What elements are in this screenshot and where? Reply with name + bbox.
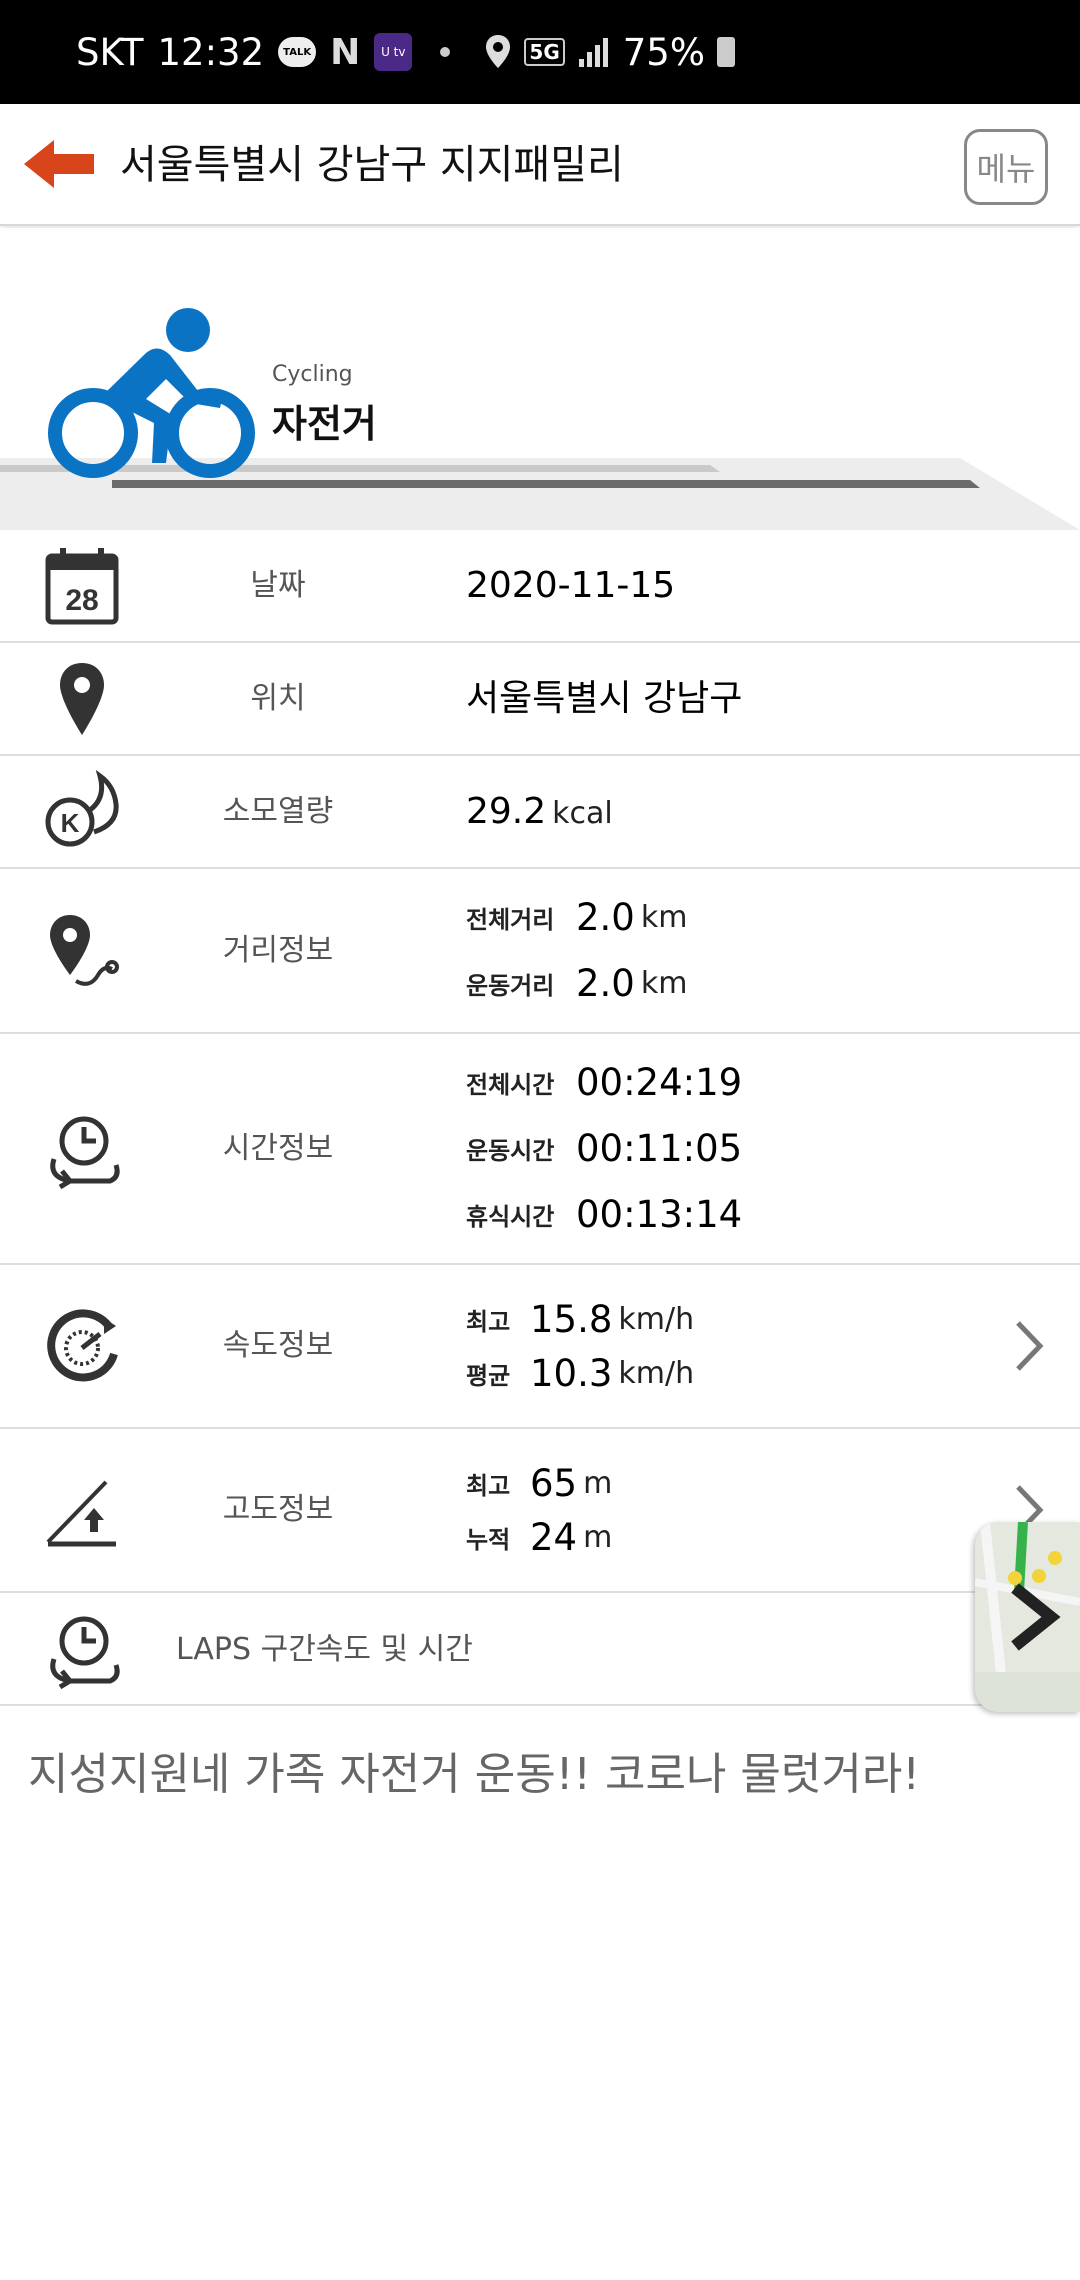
- status-bar: SKT 12:32 TALK N U tv 5G 75%: [0, 0, 1080, 104]
- calories-row: K 소모열량 29.2 kcal: [0, 756, 1080, 869]
- route-pin-icon: [50, 914, 119, 986]
- calendar-day-text: 28: [65, 584, 98, 617]
- page-title: 서울특별시 강남구 지지패밀리: [120, 142, 624, 188]
- max-altitude-unit: m: [583, 1465, 613, 1501]
- speedometer-icon: [47, 1309, 118, 1382]
- chevron-right-icon[interactable]: [1014, 1319, 1044, 1373]
- app-header: 서울특별시 강남구 지지패밀리 메뉴: [0, 104, 1080, 226]
- map-pin-icon: [60, 662, 104, 735]
- clock-text: 12:32: [157, 30, 265, 74]
- exercise-distance-unit: km: [640, 966, 688, 1001]
- carrier-text: SKT: [76, 30, 144, 74]
- activity-type-korean: 자전거: [272, 402, 377, 446]
- avg-speed-unit: km/h: [618, 1355, 695, 1391]
- date-row: 28 날짜 2020-11-15: [0, 530, 1080, 643]
- calories-label: 소모열량: [222, 793, 334, 829]
- location-value: 서울특별시 강남구: [466, 677, 743, 719]
- max-speed-label: 최고: [466, 1307, 511, 1336]
- exercise-distance-value: 2.0: [576, 962, 635, 1005]
- time-label: 시간정보: [222, 1130, 334, 1166]
- altitude-row[interactable]: 고도정보 최고 65 m 누적 24 m: [0, 1429, 1080, 1593]
- exercise-time-value: 00:11:05: [576, 1127, 743, 1170]
- calories-unit: kcal: [552, 795, 613, 831]
- map-open-chevron-icon: [1011, 1583, 1061, 1651]
- activity-memo: 지성지원네 가족 자전거 운동!! 코로나 물럿거라!: [28, 1749, 920, 1800]
- max-speed-unit: km/h: [618, 1301, 695, 1337]
- exercise-distance-label: 운동거리: [466, 972, 555, 1000]
- distance-values: 전체거리 2.0 km 운동거리 2.0 km: [466, 885, 687, 1017]
- location-pin-icon: [486, 35, 511, 68]
- altitude-label: 고도정보: [222, 1492, 334, 1527]
- map-preview-button[interactable]: [975, 1522, 1080, 1712]
- altitude-slope-icon: [46, 1480, 116, 1547]
- cumulative-altitude-label: 누적: [466, 1525, 511, 1554]
- speed-row[interactable]: 속도정보 최고 15.8 km/h 평균 10.3 km/h: [0, 1265, 1080, 1429]
- max-altitude-value: 65: [530, 1461, 578, 1505]
- total-distance-label: 전체거리: [466, 906, 555, 934]
- total-time-value: 00:24:19: [576, 1061, 743, 1104]
- utv-icon: U tv: [374, 33, 413, 71]
- speed-label: 속도정보: [222, 1328, 334, 1363]
- location-label: 위치: [250, 680, 306, 716]
- rest-time-label: 휴식시간: [466, 1203, 555, 1231]
- laps-clock-icon: [50, 1616, 120, 1689]
- date-value: 2020-11-15: [466, 564, 676, 606]
- max-altitude-label: 최고: [466, 1471, 511, 1500]
- calorie-icon-letter: K: [61, 808, 80, 838]
- distance-label: 거리정보: [222, 932, 334, 968]
- cumulative-altitude-value: 24: [530, 1515, 578, 1559]
- cumulative-altitude-unit: m: [583, 1519, 613, 1555]
- max-speed-value: 15.8: [530, 1297, 613, 1341]
- time-values: 전체시간 00:24:19 운동시간 00:11:05 휴식시간 00:13:1…: [466, 1050, 742, 1248]
- laps-label: LAPS 구간속도 및 시간: [176, 1632, 473, 1667]
- total-time-label: 전체시간: [466, 1071, 555, 1099]
- date-label: 날짜: [250, 567, 306, 603]
- calendar-icon: 28: [45, 547, 119, 624]
- total-distance-value: 2.0: [576, 896, 635, 939]
- calories-value: 29.2: [466, 790, 547, 832]
- battery-percent: 75%: [622, 30, 705, 74]
- activity-banner: Cycling 자전거: [0, 228, 1080, 530]
- laps-row[interactable]: LAPS 구간속도 및 시간: [0, 1593, 1080, 1706]
- network-type-icon: 5G: [524, 38, 565, 66]
- time-row: 시간정보 전체시간 00:24:19 운동시간 00:11:05 휴식시간 00…: [0, 1034, 1080, 1265]
- total-distance-unit: km: [640, 900, 688, 935]
- calories-value-group: 29.2 kcal: [466, 788, 613, 836]
- rest-time-value: 00:13:14: [576, 1193, 743, 1236]
- battery-icon: [717, 37, 735, 67]
- avg-speed-value: 10.3: [530, 1351, 613, 1395]
- avg-speed-label: 평균: [466, 1361, 511, 1390]
- activity-type-english: Cycling: [272, 362, 353, 387]
- cycling-icon: [48, 308, 255, 478]
- back-arrow-icon[interactable]: [20, 134, 100, 194]
- activity-details: 28 날짜 2020-11-15 위치 서울특별시 강남구 K 소모열량 29.…: [0, 530, 1080, 1706]
- naver-icon: N: [330, 31, 361, 73]
- speed-values: 최고 15.8 km/h 평균 10.3 km/h: [466, 1292, 694, 1400]
- altitude-values: 최고 65 m 누적 24 m: [466, 1456, 612, 1564]
- kakaotalk-icon: TALK: [278, 37, 317, 67]
- clock-cycle-icon: [50, 1116, 120, 1189]
- distance-row: 거리정보 전체거리 2.0 km 운동거리 2.0 km: [0, 869, 1080, 1034]
- calorie-flame-icon: K: [45, 769, 119, 846]
- notification-dot-icon: [440, 47, 451, 57]
- location-row: 위치 서울특별시 강남구: [0, 643, 1080, 756]
- exercise-time-label: 운동시간: [466, 1137, 555, 1165]
- signal-icon: [578, 38, 608, 67]
- menu-button[interactable]: 메뉴: [964, 129, 1048, 205]
